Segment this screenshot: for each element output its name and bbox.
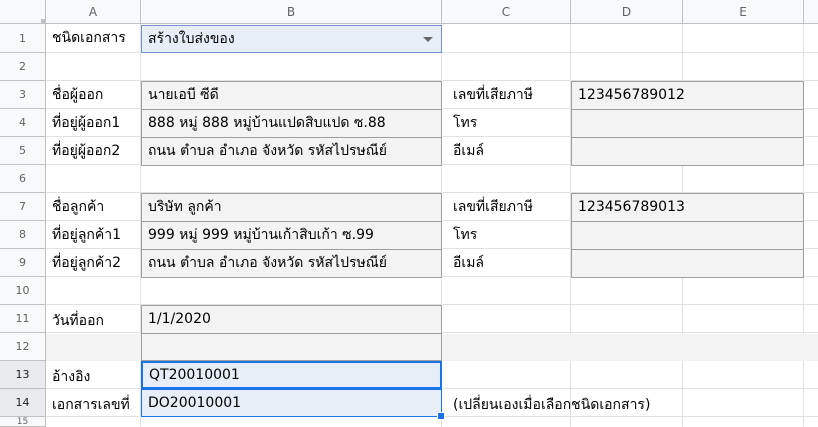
row-header-4[interactable]: 4 (0, 109, 46, 137)
column-header-d[interactable]: D (571, 0, 683, 24)
reference-field[interactable]: QT20010001 (141, 361, 442, 389)
column-header-e[interactable]: E (683, 0, 804, 24)
row-header-11[interactable]: 11 (0, 305, 46, 333)
customer-tax-field[interactable]: 123456789013 (571, 193, 804, 222)
row-header-3[interactable]: 3 (0, 81, 46, 109)
row-header-15[interactable]: 15 (0, 417, 46, 427)
row-header-12[interactable]: 12 (0, 333, 46, 361)
issue-date-field[interactable]: 1/1/2020 (141, 305, 442, 334)
customer-email-label: อีเมล์ (453, 255, 485, 271)
column-header-b[interactable]: B (141, 0, 442, 24)
issuer-phone-label: โทร (453, 115, 478, 131)
row-header-10[interactable]: 10 (0, 277, 46, 305)
issuer-addr2-label: ที่อยู่ผู้ออก2 (52, 143, 121, 159)
issuer-phone-field[interactable] (571, 109, 804, 138)
issuer-name-label: ชื่อผู้ออก (52, 87, 104, 103)
issuer-addr1-field[interactable]: 888 หมู่ 888 หมู่บ้านแปดสิบแปด ซ.88 (141, 109, 442, 138)
row-header-2[interactable]: 2 (0, 53, 46, 81)
customer-addr1-field[interactable]: 999 หมู่ 999 หมู่บ้านเก้าสิบเก้า ซ.99 (141, 221, 442, 250)
select-all-corner[interactable] (0, 0, 46, 24)
row-header-6[interactable]: 6 (0, 165, 46, 193)
customer-addr2-label: ที่อยู่ลูกค้า2 (52, 255, 122, 271)
issuer-addr1-label: ที่อยู่ผู้ออก1 (52, 115, 121, 131)
column-header-c[interactable]: C (442, 0, 571, 24)
issuer-tax-label: เลขที่เสียภาษี (453, 87, 534, 103)
issuer-name-field[interactable]: นายเอบี ซีดี (141, 81, 442, 110)
doc-number-label: เอกสารเลขที่ (52, 397, 130, 413)
issuer-tax-field[interactable]: 123456789012 (571, 81, 804, 110)
issue-date-label: วันที่ออก (52, 313, 104, 329)
customer-phone-field[interactable] (571, 221, 804, 250)
doc-number-field[interactable]: DO20010001 (141, 389, 442, 417)
issuer-email-field[interactable] (571, 137, 804, 166)
customer-name-field[interactable]: บริษัท ลูกค้า (141, 193, 442, 222)
chevron-down-icon[interactable] (423, 37, 433, 42)
doc-type-value: สร้างใบส่งของ (148, 31, 235, 47)
column-header-a[interactable]: A (46, 0, 141, 24)
row-header-1[interactable]: 1 (0, 24, 46, 53)
fill-handle[interactable] (437, 412, 445, 420)
row-header-13[interactable]: 13 (0, 361, 46, 389)
customer-name-label: ชื่อลูกค้า (52, 199, 105, 215)
doc-number-note: (เปลี่ยนเองเมื่อเลือกชนิดเอกสาร) (453, 397, 651, 413)
customer-tax-label: เลขที่เสียภาษี (453, 199, 534, 215)
issue-date-spare-field[interactable] (141, 333, 442, 361)
doc-type-dropdown[interactable]: สร้างใบส่งของ (141, 25, 442, 53)
row-header-5[interactable]: 5 (0, 137, 46, 165)
row-header-14[interactable]: 14 (0, 389, 46, 417)
row-header-9[interactable]: 9 (0, 249, 46, 277)
issuer-addr2-field[interactable]: ถนน ตำบล อำเภอ จังหวัด รหัสไปรษณีย์ (141, 137, 442, 166)
customer-phone-label: โทร (453, 227, 478, 243)
reference-label: อ้างอิง (52, 369, 91, 385)
customer-email-field[interactable] (571, 249, 804, 278)
row-header-7[interactable]: 7 (0, 193, 46, 221)
customer-addr2-field[interactable]: ถนน ตำบล อำเภอ จังหวัด รหัสไปรษณีย์ (141, 249, 442, 278)
issuer-email-label: อีเมล์ (453, 143, 485, 159)
customer-addr1-label: ที่อยู่ลูกค้า1 (52, 227, 122, 243)
column-header-f[interactable] (804, 0, 818, 24)
doc-type-label: ชนิดเอกสาร (52, 30, 126, 46)
row-header-8[interactable]: 8 (0, 221, 46, 249)
